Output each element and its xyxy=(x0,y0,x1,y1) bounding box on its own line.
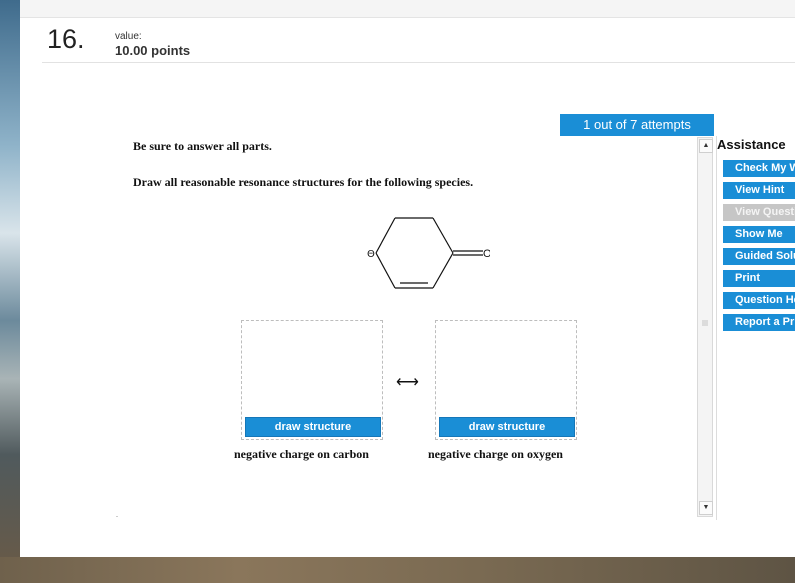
oxygen-label: O xyxy=(483,248,490,260)
scroll-up-icon[interactable]: ▲ xyxy=(699,139,713,153)
content-scrollbar[interactable]: ▲ ▼ xyxy=(697,137,713,517)
instruction-line-1: Be sure to answer all parts. xyxy=(133,139,272,153)
caption-carbon: negative charge on carbon xyxy=(234,447,369,461)
print-button[interactable]: Print xyxy=(723,270,795,287)
molecule-structure: Θ O xyxy=(367,217,490,289)
draw-structure-button-carbon[interactable]: draw structure xyxy=(245,417,381,437)
assistance-title: Assistance xyxy=(717,137,786,152)
show-me-button[interactable]: Show Me xyxy=(723,226,795,243)
answer-box-carbon[interactable]: draw structure xyxy=(241,320,383,440)
question-help-button[interactable]: Question He xyxy=(723,292,795,309)
view-question-button[interactable]: View Questi xyxy=(723,204,795,221)
check-my-work-button[interactable]: Check My W xyxy=(723,160,795,177)
guided-solution-button[interactable]: Guided Solu xyxy=(723,248,795,265)
top-band xyxy=(20,0,795,18)
background-photo-bottom xyxy=(0,557,795,583)
instruction-line-2: Draw all reasonable resonance structures… xyxy=(133,175,474,189)
question-panel: 16. value: 10.00 points 1 out of 7 attem… xyxy=(20,0,795,557)
header-divider xyxy=(42,62,795,63)
caption-oxygen: negative charge on oxygen xyxy=(428,447,563,461)
question-content-frame xyxy=(119,136,717,520)
scroll-thumb[interactable] xyxy=(702,320,708,326)
background-photo-left xyxy=(0,0,20,583)
question-number: 16. xyxy=(47,24,85,54)
value-label: value: xyxy=(115,31,142,42)
view-hint-button[interactable]: View Hint xyxy=(723,182,795,199)
answer-box-oxygen[interactable]: draw structure xyxy=(435,320,577,440)
charge-symbol: Θ xyxy=(367,249,375,260)
points-value: 10.00 points xyxy=(115,43,191,58)
scroll-down-icon[interactable]: ▼ xyxy=(699,501,713,515)
report-a-problem-button[interactable]: Report a Pr xyxy=(723,314,795,331)
stray-mark xyxy=(116,516,118,517)
attempts-badge: 1 out of 7 attempts xyxy=(560,114,714,136)
draw-structure-button-oxygen[interactable]: draw structure xyxy=(439,417,575,437)
resonance-arrow: ⟷ xyxy=(396,374,419,391)
